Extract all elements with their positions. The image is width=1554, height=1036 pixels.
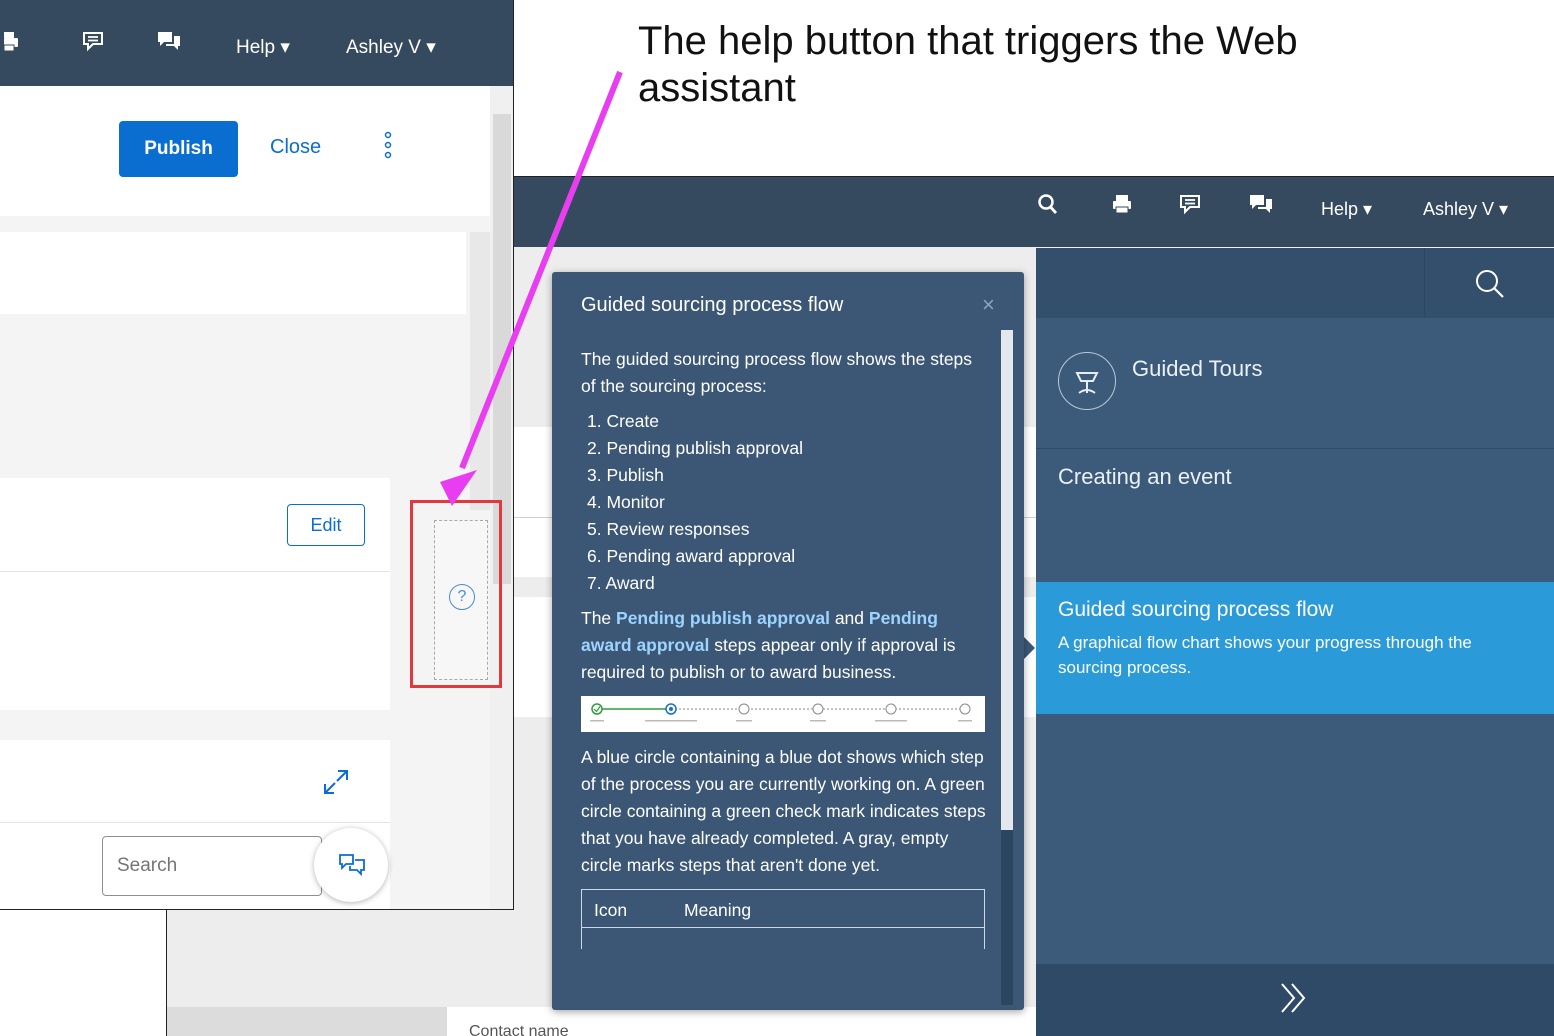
chat-bubble-button[interactable] <box>314 828 388 902</box>
chat-icon[interactable] <box>1249 193 1273 221</box>
intro-text: The guided sourcing process flow shows t… <box>581 349 973 396</box>
feedback-icon[interactable] <box>1179 193 1201 221</box>
step-item: 3. Publish <box>587 465 664 485</box>
help-popover: Guided sourcing process flow × The guide… <box>552 272 1024 1010</box>
icon-meaning-table: Icon Meaning <box>581 889 985 949</box>
help-menu[interactable]: Help ▾ <box>1321 199 1372 220</box>
column-header: Meaning <box>684 900 752 920</box>
close-button[interactable]: Close <box>270 136 321 159</box>
help-menu[interactable]: Help ▾ <box>236 36 290 59</box>
step-item: 5. Review responses <box>587 519 750 539</box>
legend-text: A blue circle containing a blue dot show… <box>581 747 986 875</box>
search-icon[interactable] <box>1472 266 1508 302</box>
approval-text: The Pending publish approval and Pending… <box>581 608 956 682</box>
object-toolbar: Publish Close <box>0 86 490 216</box>
shell-header: Help ▾ Ashley V ▾ <box>0 0 513 86</box>
step-item: 1. Create <box>587 411 659 431</box>
foreground-screenshot: Help ▾ Ashley V ▾ Publish Close Edit ? <box>0 0 514 910</box>
card-pointer <box>1023 636 1035 660</box>
column-header: Icon <box>594 900 628 920</box>
search-input[interactable] <box>102 836 322 896</box>
scrollbar[interactable] <box>1001 330 1013 1005</box>
edit-button[interactable]: Edit <box>287 504 365 546</box>
annotation-caption: The help button that triggers the Web as… <box>638 19 1298 110</box>
divider <box>1424 248 1425 318</box>
print-icon[interactable] <box>3 30 20 60</box>
scrollbar[interactable] <box>490 86 513 909</box>
double-chevron-right-icon[interactable] <box>1276 978 1312 1028</box>
topic-description: A graphical flow chart shows your progre… <box>1058 633 1472 677</box>
panel-header <box>1036 248 1554 318</box>
panel-footer <box>1036 964 1554 1036</box>
user-menu[interactable]: Ashley V ▾ <box>1423 199 1508 220</box>
close-icon[interactable]: × <box>982 292 995 318</box>
steps-list: 1. Create 2. Pending publish approval 3. P… <box>581 408 989 597</box>
scrollbar-thumb[interactable] <box>1001 330 1013 830</box>
user-menu[interactable]: Ashley V ▾ <box>346 36 436 59</box>
feedback-icon[interactable] <box>82 30 104 58</box>
divider <box>1036 448 1554 449</box>
step-item: 4. Monitor <box>587 492 665 512</box>
popover-body: The guided sourcing process flow shows t… <box>581 346 989 949</box>
popover-title: Guided sourcing process flow <box>581 294 844 316</box>
content-section: Edit <box>0 478 390 710</box>
expand-icon[interactable] <box>322 768 350 796</box>
step-item: 6. Pending award approval <box>587 546 796 566</box>
chat-bubble-icon <box>338 852 366 883</box>
search-icon[interactable] <box>1037 193 1059 223</box>
content-section <box>0 232 466 314</box>
print-icon[interactable] <box>1111 193 1133 221</box>
contact-name-label: Contact name <box>469 1023 569 1036</box>
more-icon[interactable] <box>378 130 398 160</box>
table-header: Icon Meaning <box>582 890 984 928</box>
highlight-box <box>410 500 502 688</box>
chat-icon[interactable] <box>157 30 181 58</box>
web-assistant-panel: Guided Tours Creating an event Guided so… <box>1036 248 1554 1036</box>
publish-button[interactable]: Publish <box>119 121 238 177</box>
ghost-bar <box>167 1007 447 1036</box>
step-item: 2. Pending publish approval <box>587 438 803 458</box>
process-flow-image <box>581 696 985 732</box>
scrollbar[interactable] <box>470 232 490 510</box>
guided-tours-icon[interactable] <box>1058 352 1116 410</box>
topic-creating-event[interactable]: Creating an event <box>1058 464 1232 490</box>
topic-selected[interactable]: Guided sourcing process flow A graphical… <box>1036 582 1554 714</box>
divider <box>0 571 390 572</box>
guided-tours-label[interactable]: Guided Tours <box>1132 356 1262 382</box>
step-item: 7. Award <box>587 573 655 593</box>
topic-title: Guided sourcing process flow <box>1058 598 1334 621</box>
divider <box>0 822 390 823</box>
